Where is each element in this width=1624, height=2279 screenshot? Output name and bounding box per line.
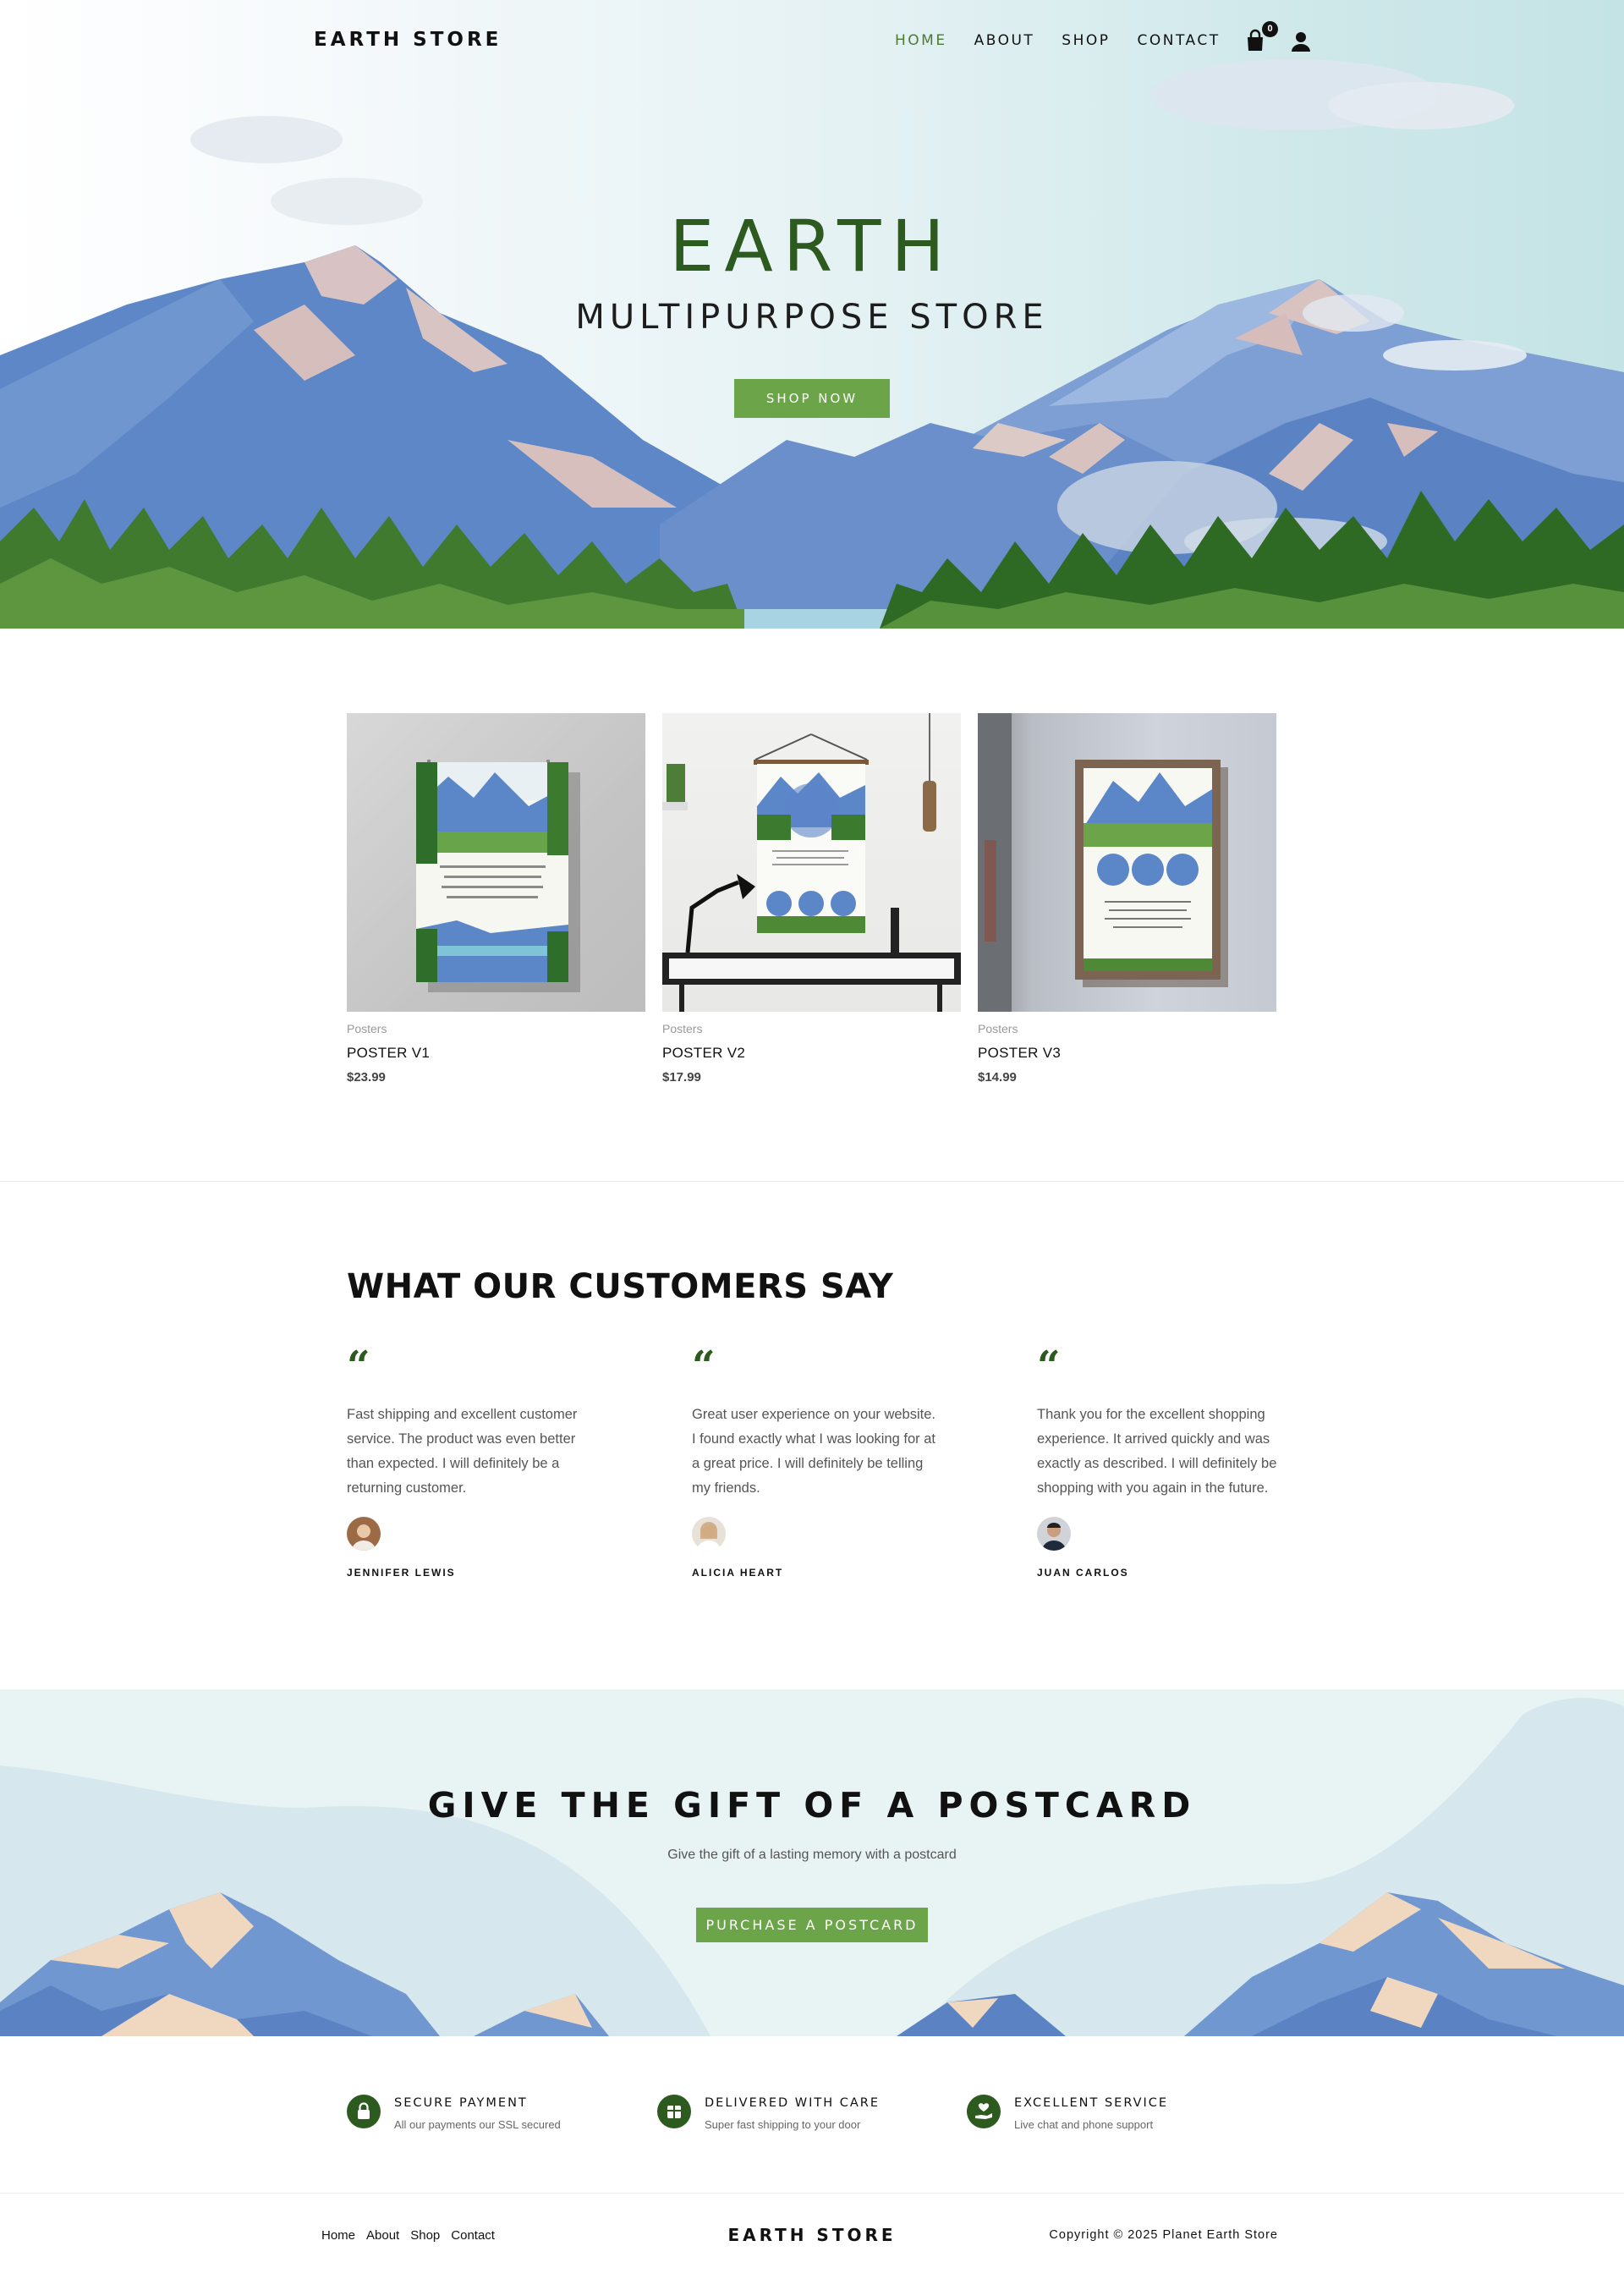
testimonials-title: WHAT OUR CUSTOMERS SAY bbox=[347, 1267, 894, 1306]
product-image[interactable] bbox=[662, 713, 961, 1012]
nav-about[interactable]: ABOUT bbox=[974, 32, 1035, 49]
product-category: Posters bbox=[347, 1022, 387, 1035]
testimonial-text: Great user experience on your website. I… bbox=[692, 1407, 935, 1496]
testimonial-text: Thank you for the excellent shopping exp… bbox=[1037, 1407, 1277, 1496]
hero-section: EARTH STORE HOME ABOUT SHOP CONTACT 0 EA… bbox=[0, 0, 1624, 629]
product-category: Posters bbox=[662, 1022, 703, 1035]
top-navbar: EARTH STORE HOME ABOUT SHOP CONTACT 0 bbox=[0, 0, 1624, 85]
hand-heart-icon bbox=[967, 2095, 1001, 2128]
testimonial-card: “ Fast shipping and excellent customer s… bbox=[347, 1343, 592, 1579]
feature-text: All our payments our SSL secured bbox=[394, 2118, 561, 2131]
testimonial-card: “ Thank you for the excellent shopping e… bbox=[1037, 1343, 1282, 1579]
testimonial-card: “ Great user experience on your website.… bbox=[692, 1343, 937, 1579]
product-name[interactable]: POSTER V2 bbox=[662, 1045, 961, 1062]
product-name[interactable]: POSTER V1 bbox=[347, 1045, 645, 1062]
product-card[interactable]: Posters POSTER V2 $17.99 bbox=[662, 713, 961, 1085]
customer-name: JUAN CARLOS bbox=[1037, 1567, 1129, 1579]
avatar bbox=[1037, 1517, 1071, 1551]
customer-name: JENNIFER LEWIS bbox=[347, 1567, 456, 1579]
product-card[interactable]: Posters POSTER V1 $23.99 bbox=[347, 713, 645, 1085]
quote-icon: “ bbox=[1037, 1343, 1061, 1390]
product-category: Posters bbox=[978, 1022, 1018, 1035]
product-card[interactable]: Posters POSTER V3 $14.99 bbox=[978, 713, 1276, 1085]
postcard-title: GIVE THE GIFT OF A POSTCARD bbox=[427, 1785, 1197, 1826]
avatar bbox=[347, 1517, 381, 1551]
product-image[interactable] bbox=[978, 713, 1276, 1012]
feature-text: Super fast shipping to your door bbox=[705, 2118, 861, 2131]
footer-link-contact[interactable]: Contact bbox=[451, 2228, 495, 2243]
nav-shop[interactable]: SHOP bbox=[1062, 32, 1110, 49]
product-price: $23.99 bbox=[347, 1070, 386, 1085]
quote-icon: “ bbox=[692, 1343, 716, 1390]
feature-title: DELIVERED WITH CARE bbox=[705, 2096, 881, 2110]
lock-icon bbox=[347, 2095, 381, 2128]
copyright-text: Copyright © 2025 Planet Earth Store bbox=[1049, 2228, 1278, 2242]
product-price: $17.99 bbox=[662, 1070, 701, 1085]
footer-link-home[interactable]: Home bbox=[321, 2228, 355, 2243]
shop-now-button[interactable]: SHOP NOW bbox=[734, 379, 890, 418]
product-grid: Posters POSTER V1 $23.99 Posters POSTER … bbox=[347, 713, 1277, 1094]
footer-nav: Home About Shop Contact bbox=[321, 2228, 506, 2243]
feature-text: Live chat and phone support bbox=[1014, 2118, 1154, 2131]
testimonial-text: Fast shipping and excellent customer ser… bbox=[347, 1407, 578, 1496]
banner-mountains-illustration bbox=[0, 1698, 1624, 2036]
footer-link-shop[interactable]: Shop bbox=[410, 2228, 440, 2243]
nav-home[interactable]: HOME bbox=[895, 32, 947, 49]
feature-title: EXCELLENT SERVICE bbox=[1014, 2096, 1169, 2110]
package-icon bbox=[657, 2095, 691, 2128]
purchase-postcard-button[interactable]: PURCHASE A POSTCARD bbox=[696, 1908, 928, 1942]
store-logo[interactable]: EARTH STORE bbox=[314, 29, 502, 51]
cart-count-badge: 0 bbox=[1262, 21, 1278, 37]
product-image[interactable] bbox=[347, 713, 645, 1012]
footer-link-about[interactable]: About bbox=[366, 2228, 399, 2243]
postcard-banner: GIVE THE GIFT OF A POSTCARD Give the gif… bbox=[0, 1689, 1624, 2036]
hero-title: EARTH bbox=[669, 205, 955, 288]
section-divider bbox=[0, 1181, 1624, 1182]
nav-contact[interactable]: CONTACT bbox=[1138, 32, 1221, 49]
main-nav: HOME ABOUT SHOP CONTACT bbox=[895, 32, 1248, 49]
quote-icon: “ bbox=[347, 1343, 370, 1390]
avatar bbox=[692, 1517, 726, 1551]
feature-title: SECURE PAYMENT bbox=[394, 2096, 528, 2110]
postcard-subtitle: Give the gift of a lasting memory with a… bbox=[667, 1848, 957, 1862]
footer-logo[interactable]: EARTH STORE bbox=[0, 2225, 1624, 2245]
product-price: $14.99 bbox=[978, 1070, 1017, 1085]
hero-subtitle: MULTIPURPOSE STORE bbox=[575, 298, 1049, 337]
user-icon[interactable] bbox=[1290, 30, 1312, 52]
footer-divider bbox=[0, 2193, 1624, 2194]
product-name[interactable]: POSTER V3 bbox=[978, 1045, 1276, 1062]
customer-name: ALICIA HEART bbox=[692, 1567, 784, 1579]
